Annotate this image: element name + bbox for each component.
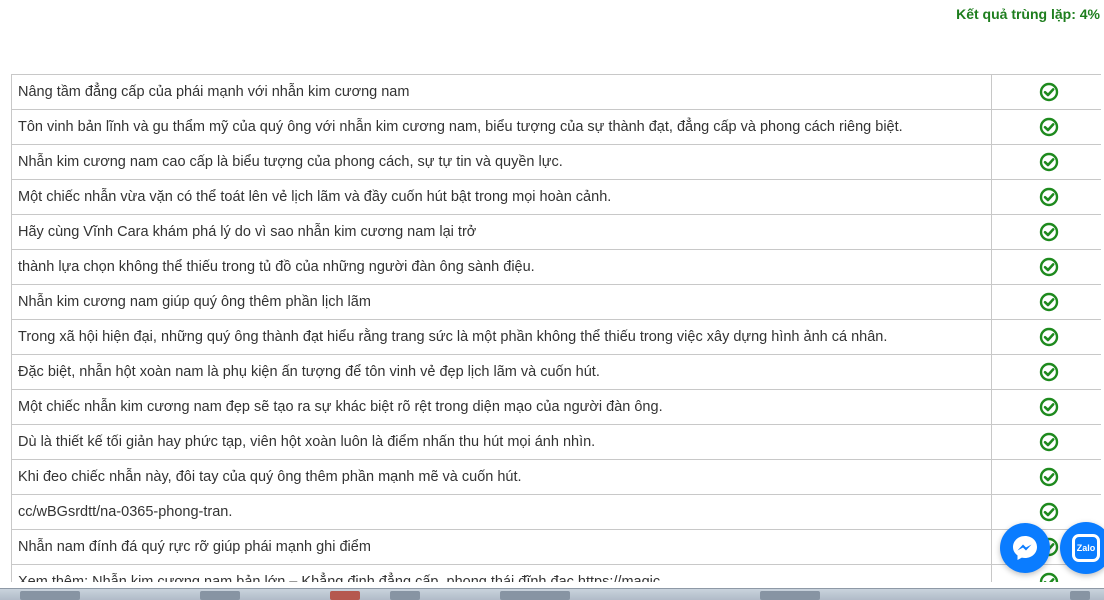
result-row: Nhẫn kim cương nam giúp quý ông thêm phầ… (11, 284, 1101, 320)
check-circle-icon (1039, 362, 1059, 382)
check-circle-icon (1039, 152, 1059, 172)
result-row: Một chiếc nhẫn kim cương nam đẹp sẽ tạo … (11, 389, 1101, 425)
check-circle-icon (1039, 257, 1059, 277)
results-table: Nâng tầm đẳng cấp của phái mạnh với nhẫn… (11, 74, 1101, 582)
check-circle-icon (1039, 502, 1059, 522)
zalo-icon: Zalo (1072, 534, 1100, 562)
sentence-text: thành lựa chọn không thể thiếu trong tủ … (11, 249, 992, 285)
result-row: Nhẫn nam đính đá quý rực rỡ giúp phái mạ… (11, 529, 1101, 565)
result-row: Xem thêm: Nhẫn kim cương nam bản lớn – K… (11, 564, 1101, 582)
result-row: Tôn vinh bản lĩnh và gu thẩm mỹ của quý … (11, 109, 1101, 145)
status-cell (991, 459, 1101, 495)
check-circle-icon (1039, 117, 1059, 137)
sentence-text: Đặc biệt, nhẫn hột xoàn nam là phụ kiện … (11, 354, 992, 390)
taskbar-item[interactable] (500, 591, 570, 600)
result-row: Đặc biệt, nhẫn hột xoàn nam là phụ kiện … (11, 354, 1101, 390)
sentence-text: Tôn vinh bản lĩnh và gu thẩm mỹ của quý … (11, 109, 992, 145)
status-cell (991, 424, 1101, 460)
sentence-text: Hãy cùng Vĩnh Cara khám phá lý do vì sao… (11, 214, 992, 250)
sentence-text: Xem thêm: Nhẫn kim cương nam bản lớn – K… (11, 564, 992, 582)
status-cell (991, 74, 1101, 110)
taskbar-item[interactable] (330, 591, 360, 600)
status-cell (991, 249, 1101, 285)
taskbar-item[interactable] (1070, 591, 1090, 600)
taskbar-item[interactable] (390, 591, 420, 600)
result-row: Dù là thiết kế tối giản hay phức tạp, vi… (11, 424, 1101, 460)
result-row: Nhẫn kim cương nam cao cấp là biểu tượng… (11, 144, 1101, 180)
status-cell (991, 284, 1101, 320)
zalo-icon-label: Zalo (1076, 543, 1096, 553)
taskbar-item[interactable] (200, 591, 240, 600)
sentence-text: Một chiếc nhẫn vừa vặn có thể toát lên v… (11, 179, 992, 215)
result-row: cc/wBGsrdtt/na-0365-phong-tran. (11, 494, 1101, 530)
sentence-text: Nâng tầm đẳng cấp của phái mạnh với nhẫn… (11, 74, 992, 110)
result-row: Nâng tầm đẳng cấp của phái mạnh với nhẫn… (11, 74, 1101, 110)
duplicate-result-label: Kết quả trùng lặp: 4% (956, 6, 1100, 22)
results-table-body: Nâng tầm đẳng cấp của phái mạnh với nhẫn… (11, 74, 1101, 582)
messenger-chat-button[interactable] (1000, 523, 1050, 573)
sentence-text: Khi đeo chiếc nhẫn này, đôi tay của quý … (11, 459, 992, 495)
sentence-text: Trong xã hội hiện đại, những quý ông thà… (11, 319, 992, 355)
results-table-container[interactable]: Nâng tầm đẳng cấp của phái mạnh với nhẫn… (11, 74, 1101, 582)
result-row: Khi đeo chiếc nhẫn này, đôi tay của quý … (11, 459, 1101, 495)
status-cell (991, 319, 1101, 355)
sentence-text: Một chiếc nhẫn kim cương nam đẹp sẽ tạo … (11, 389, 992, 425)
result-row: thành lựa chọn không thể thiếu trong tủ … (11, 249, 1101, 285)
result-row: Hãy cùng Vĩnh Cara khám phá lý do vì sao… (11, 214, 1101, 250)
zalo-chat-button[interactable]: Zalo (1060, 522, 1104, 574)
check-circle-icon (1039, 467, 1059, 487)
taskbar-item[interactable] (20, 591, 80, 600)
sentence-text: Nhẫn nam đính đá quý rực rỡ giúp phái mạ… (11, 529, 992, 565)
plagiarism-result-page: Kết quả trùng lặp: 4% Nâng tầm đẳng cấp … (0, 0, 1104, 600)
result-row: Một chiếc nhẫn vừa vặn có thể toát lên v… (11, 179, 1101, 215)
os-taskbar (0, 588, 1104, 600)
status-cell (991, 144, 1101, 180)
check-circle-icon (1039, 187, 1059, 207)
check-circle-icon (1039, 432, 1059, 452)
check-circle-icon (1039, 82, 1059, 102)
sentence-text: Nhẫn kim cương nam cao cấp là biểu tượng… (11, 144, 992, 180)
status-cell (991, 354, 1101, 390)
taskbar-item[interactable] (760, 591, 820, 600)
check-circle-icon (1039, 397, 1059, 417)
sentence-text: cc/wBGsrdtt/na-0365-phong-tran. (11, 494, 992, 530)
status-cell (991, 214, 1101, 250)
sentence-text: Dù là thiết kế tối giản hay phức tạp, vi… (11, 424, 992, 460)
status-cell (991, 109, 1101, 145)
status-cell (991, 389, 1101, 425)
check-circle-icon (1039, 572, 1059, 582)
result-row: Trong xã hội hiện đại, những quý ông thà… (11, 319, 1101, 355)
status-cell (991, 179, 1101, 215)
check-circle-icon (1039, 327, 1059, 347)
check-circle-icon (1039, 222, 1059, 242)
messenger-icon (1013, 536, 1037, 560)
sentence-text: Nhẫn kim cương nam giúp quý ông thêm phầ… (11, 284, 992, 320)
check-circle-icon (1039, 292, 1059, 312)
